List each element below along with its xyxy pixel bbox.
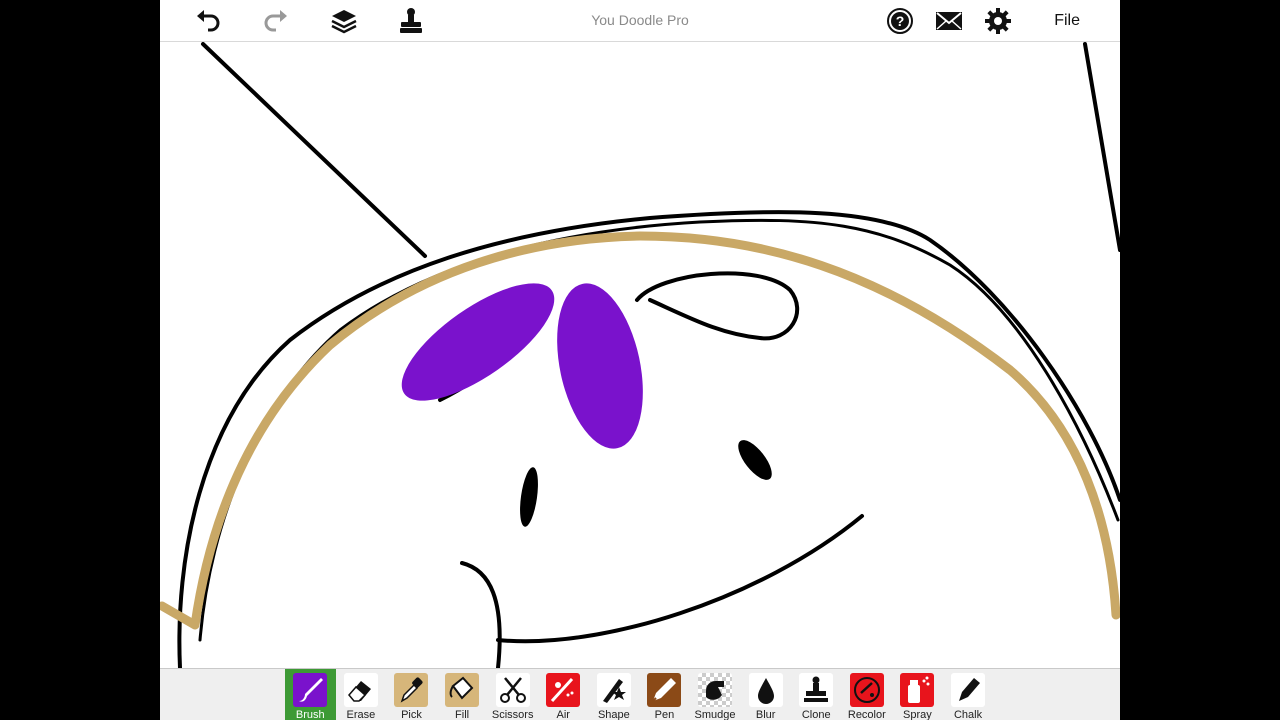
chalk-icon: [951, 673, 986, 707]
clone-icon: [799, 673, 834, 707]
tool-label: Brush: [295, 709, 325, 720]
tool-label: Pen: [654, 709, 675, 720]
tool-label: Shape: [597, 709, 630, 720]
purple-stroke-right: [557, 283, 643, 449]
tool-label: Fill: [455, 709, 470, 720]
ink-dot-right: [738, 440, 772, 480]
redo-icon: [264, 10, 287, 32]
tool-shape[interactable]: Shape: [589, 669, 640, 720]
brush-icon: [293, 673, 328, 707]
ink-stroke-antenna-left: [201, 42, 427, 258]
ink-stroke-head-outline: [177, 210, 1120, 668]
tool-brush[interactable]: Brush: [285, 669, 336, 720]
recolor-icon: [849, 673, 884, 707]
tool-label: Scissors: [491, 709, 534, 720]
pen-icon: [647, 673, 682, 707]
tool-chalk[interactable]: Chalk: [943, 669, 994, 720]
ink-stroke-antenna-right: [1083, 42, 1120, 252]
tool-label: Chalk: [953, 709, 983, 720]
undo-icon: [197, 10, 220, 32]
tool-label: Blur: [755, 709, 776, 720]
tool-label: Smudge: [694, 709, 736, 720]
stamp-button[interactable]: [396, 6, 426, 36]
blur-icon: [748, 673, 783, 707]
tool-smudge[interactable]: Smudge: [690, 669, 741, 720]
top-toolbar: You Doodle Pro ? File: [160, 0, 1120, 42]
tool-blur[interactable]: Blur: [740, 669, 791, 720]
app-window: You Doodle Pro ? File Brush Erase Pick F…: [160, 0, 1120, 720]
tool-erase[interactable]: Erase: [336, 669, 387, 720]
scissors-icon: [495, 673, 530, 707]
tool-scissors[interactable]: Scissors: [487, 669, 538, 720]
tool-air[interactable]: Air: [538, 669, 589, 720]
pick-icon: [394, 673, 429, 707]
layers-icon: [331, 10, 357, 34]
fill-icon: [445, 673, 480, 707]
ink-dot-left: [520, 467, 538, 527]
svg-text:?: ?: [896, 13, 905, 29]
smudge-icon: [698, 673, 733, 707]
file-menu-button[interactable]: File: [1054, 12, 1080, 30]
tool-label: Pick: [401, 709, 422, 720]
stamp-icon: [400, 8, 422, 33]
tool-pen[interactable]: Pen: [639, 669, 690, 720]
settings-button[interactable]: [983, 6, 1013, 36]
tool-pick[interactable]: Pick: [386, 669, 437, 720]
tan-stroke-hair: [160, 231, 1120, 630]
tool-label: Spray: [903, 709, 932, 720]
air-icon: [546, 673, 581, 707]
shape-icon: [596, 673, 631, 707]
ink-stroke-smile: [460, 514, 864, 668]
layers-button[interactable]: [329, 6, 359, 36]
tool-label: Recolor: [847, 709, 886, 720]
redo-button[interactable]: [261, 6, 291, 36]
drawing-canvas[interactable]: [160, 42, 1120, 668]
mail-button[interactable]: [934, 6, 964, 36]
mail-icon: [936, 12, 962, 30]
app-title: You Doodle Pro: [591, 12, 689, 28]
undo-button[interactable]: [193, 6, 223, 36]
tool-recolor[interactable]: Recolor: [842, 669, 893, 720]
tool-fill[interactable]: Fill: [437, 669, 488, 720]
bottom-tool-bar: Brush Erase Pick Fill Scissors Air Shape Pen Smu…: [160, 668, 1120, 720]
tool-clone[interactable]: Clone: [791, 669, 842, 720]
help-button[interactable]: ?: [885, 6, 915, 36]
erase-icon: [343, 673, 378, 707]
tool-label: Erase: [346, 709, 376, 720]
tool-label: Clone: [801, 709, 831, 720]
spray-icon: [900, 673, 935, 707]
ink-stroke-eye-right: [635, 271, 800, 341]
tool-spray[interactable]: Spray: [892, 669, 943, 720]
tool-list: Brush Erase Pick Fill Scissors Air Shape Pen Smu…: [285, 669, 993, 720]
help-icon: ?: [887, 8, 913, 34]
tool-label: Air: [556, 709, 570, 720]
gear-icon: [985, 8, 1011, 34]
